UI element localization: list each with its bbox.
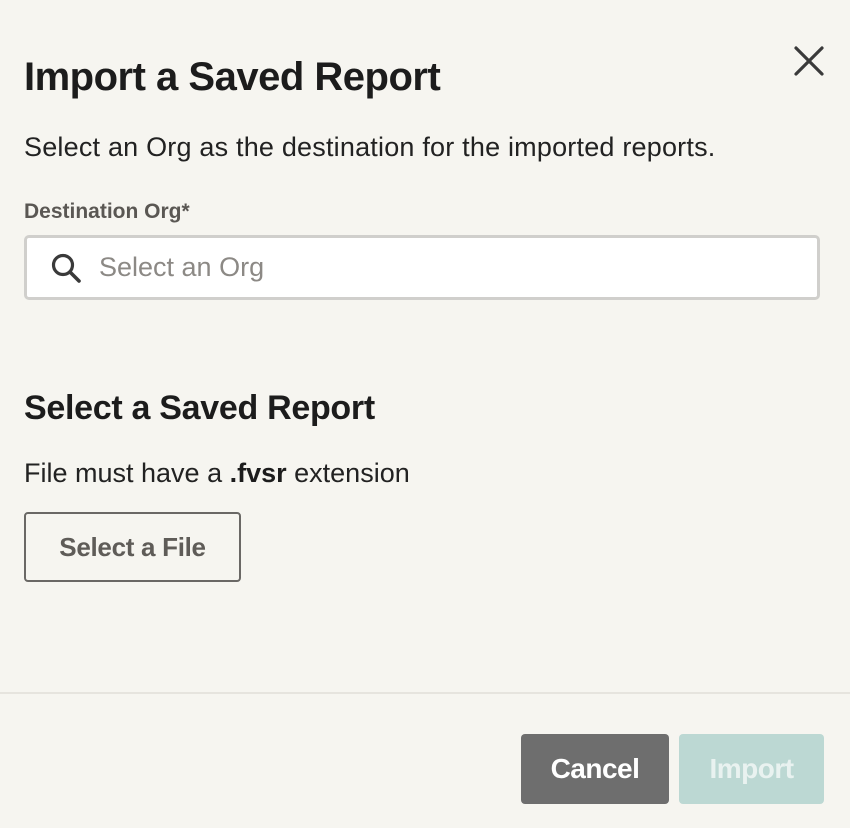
file-extension-hint: File must have a .fvsr extension (24, 456, 410, 490)
select-report-title: Select a Saved Report (24, 389, 375, 427)
file-hint-prefix: File must have a (24, 458, 230, 488)
import-report-dialog: Import a Saved Report Select an Org as t… (0, 0, 850, 828)
search-icon (49, 251, 83, 285)
dialog-subtitle: Select an Org as the destination for the… (24, 132, 716, 162)
close-button[interactable] (790, 42, 828, 80)
cancel-button[interactable]: Cancel (521, 734, 669, 804)
select-file-button[interactable]: Select a File (24, 512, 241, 582)
destination-org-label: Destination Org* (24, 200, 190, 223)
destination-org-search[interactable] (24, 235, 820, 300)
close-icon (794, 46, 824, 76)
file-hint-suffix: extension (286, 458, 410, 488)
footer-divider (0, 692, 850, 694)
org-search-input[interactable] (99, 242, 779, 293)
file-extension: .fvsr (229, 458, 287, 488)
dialog-title: Import a Saved Report (24, 55, 441, 99)
import-button[interactable]: Import (679, 734, 824, 804)
